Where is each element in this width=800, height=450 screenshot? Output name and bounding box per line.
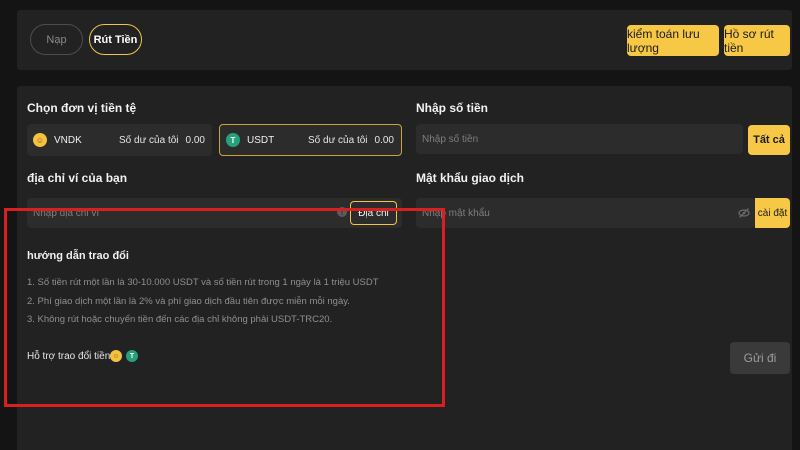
tab-deposit[interactable]: Nạp [30, 24, 83, 55]
tether-icon: T [126, 350, 138, 362]
currency-label: Chọn đơn vị tiền tệ [27, 101, 137, 115]
all-amount-button[interactable]: Tất cả [748, 125, 790, 155]
tether-icon: T [226, 133, 240, 147]
currency-name: VNDK [54, 134, 82, 146]
tab-withdraw[interactable]: Rút Tiền [89, 24, 142, 55]
wallet-label: địa chỉ ví của bạn [27, 171, 128, 185]
info-icon[interactable]: ! [337, 207, 347, 217]
guide-line: 3. Không rút hoặc chuyển tiền đến các đị… [27, 314, 333, 325]
amount-label: Nhập số tiền [416, 101, 489, 115]
password-label: Mật khẩu giao dịch [416, 171, 525, 185]
vndk-coin-icon: ☺ [33, 133, 47, 147]
send-button[interactable]: Gửi đi [730, 342, 790, 374]
balance-value: 0.00 [185, 134, 205, 146]
eye-hidden-icon[interactable] [738, 207, 750, 219]
guide-title: hướng dẫn trao đổi [27, 250, 129, 262]
balance-label: Số dư của tôi [119, 134, 179, 146]
set-password-button[interactable]: cài đặt [755, 198, 790, 228]
amount-input[interactable]: Nhập số tiền [416, 124, 743, 154]
withdraw-history-button[interactable]: Hồ sơ rút tiền [724, 25, 790, 56]
address-button[interactable]: Địa chỉ [350, 201, 397, 225]
balance-label: Số dư của tôi [308, 134, 368, 146]
currency-option-usdt[interactable]: T USDT Số dư của tôi 0.00 [219, 124, 402, 156]
password-input[interactable]: Nhập mật khẩu [416, 198, 755, 228]
currency-option-vndk[interactable]: ☺ VNDK Số dư của tôi 0.00 [27, 124, 212, 156]
guide-line: 2. Phí giao dịch một lần là 2% và phí gi… [27, 296, 350, 307]
flow-audit-button[interactable]: kiểm toán lưu lượng [627, 25, 719, 56]
balance-value: 0.00 [374, 134, 394, 146]
currency-name: USDT [247, 134, 275, 146]
vndk-coin-icon: ☺ [110, 350, 122, 362]
guide-line: 1. Số tiền rút một lần là 30-10.000 USDT… [27, 277, 379, 288]
support-currency-label: Hỗ trợ trao đổi tiền tệ [27, 351, 122, 362]
